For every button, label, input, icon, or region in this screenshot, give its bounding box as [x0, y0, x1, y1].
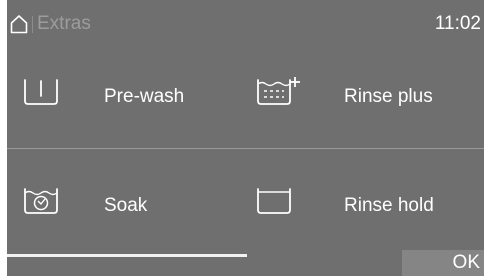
pre-wash-tub-icon — [24, 79, 58, 105]
ok-button[interactable]: OK — [402, 250, 484, 276]
header-bar: Extras 11:02 — [7, 0, 484, 37]
rinse-plus-icon — [257, 77, 300, 105]
extras-grid: Pre-wash Rinse plus Soak Rinse hold — [7, 40, 484, 256]
clock-time: 11:02 — [434, 13, 481, 34]
extra-label: Rinse hold — [344, 195, 434, 216]
footer-bar: OK — [7, 250, 484, 276]
extra-label: Pre-wash — [104, 86, 185, 107]
page-indicator — [7, 254, 247, 257]
page-title: Extras — [37, 13, 91, 34]
house-icon[interactable] — [10, 14, 28, 34]
soak-icon — [24, 188, 58, 214]
header-separator — [32, 16, 33, 33]
extra-rinse-plus[interactable]: Rinse plus — [246, 40, 484, 148]
rinse-hold-tub-icon — [257, 188, 291, 214]
extras-screen: Extras 11:02 Pre-wash Rinse plus Soak Ri… — [7, 0, 484, 276]
extra-rinse-hold[interactable]: Rinse hold — [246, 149, 484, 257]
extra-label: Soak — [104, 195, 148, 216]
extra-label: Rinse plus — [344, 86, 433, 107]
extra-pre-wash[interactable]: Pre-wash — [7, 40, 245, 148]
extra-soak[interactable]: Soak — [7, 149, 245, 257]
